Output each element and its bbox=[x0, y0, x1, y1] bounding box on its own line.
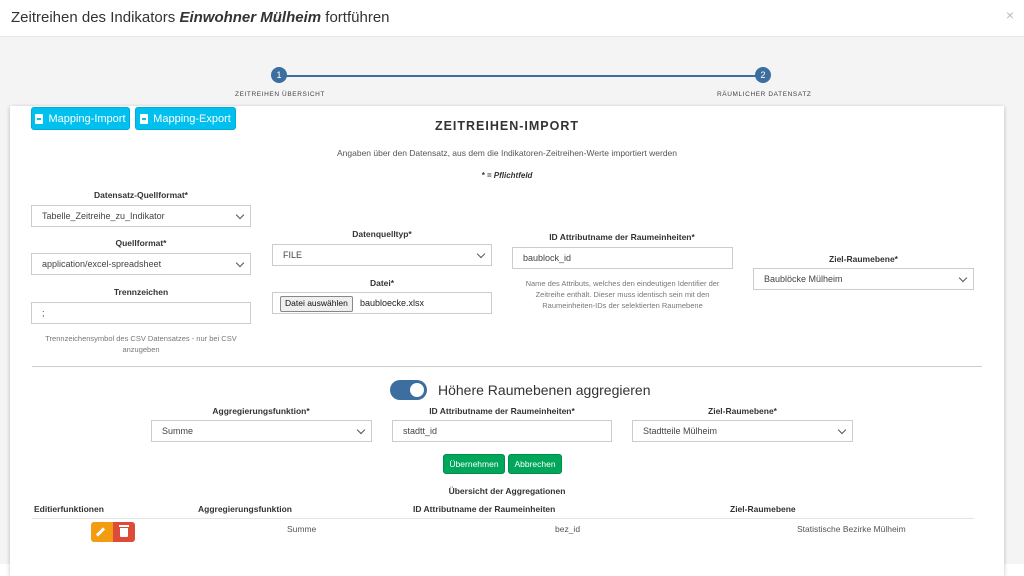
ziel-raumebene-select[interactable]: Baublöcke Mülheim bbox=[753, 268, 974, 290]
title-prefix: Zeitreihen des Indikators bbox=[11, 9, 176, 26]
aggregation-overview-title: Übersicht der Aggregationen bbox=[448, 486, 566, 496]
trash-icon bbox=[119, 525, 129, 537]
step-1-indicator[interactable]: 1 bbox=[271, 67, 287, 83]
modal-title: Zeitreihen des Indikators Einwohner Mülh… bbox=[11, 9, 390, 26]
aggregation-ziel-raumebene-select[interactable]: Stadtteile Mülheim bbox=[632, 420, 853, 442]
row-id-attribut: bez_id bbox=[555, 524, 581, 534]
table-header-editierfunktionen: Editierfunktionen bbox=[34, 504, 104, 514]
datei-auswaehlen-button[interactable]: Datei auswählen bbox=[280, 296, 353, 312]
panel-subtitle: Angaben über den Datensatz, aus dem die … bbox=[336, 148, 678, 158]
aggregation-id-attribut-label: ID Attributname der Raumeinheiten* bbox=[429, 406, 575, 416]
datenquelltyp-label: Datenquelltyp* bbox=[352, 229, 412, 239]
id-attribut-help: Name des Attributs, welches den eindeuti… bbox=[525, 279, 720, 310]
trennzeichen-input[interactable]: ; bbox=[31, 302, 251, 324]
row-ziel-raumebene: Statistische Bezirke Mülheim bbox=[797, 524, 906, 534]
datei-file-name: baubloecke.xlsx bbox=[360, 298, 425, 308]
datei-label: Datei* bbox=[369, 278, 395, 288]
table-header-id-attribut: ID Attributname der Raumeinheiten bbox=[413, 504, 556, 514]
datensatz-quellformat-select[interactable]: Tabelle_Zeitreihe_zu_Indikator bbox=[31, 205, 251, 227]
aggregierungsfunktion-select[interactable]: Summe bbox=[151, 420, 372, 442]
import-panel: Mapping-Import Mapping-Export ZEITREIHEN… bbox=[10, 106, 1004, 576]
stepper-line bbox=[280, 75, 763, 77]
aggregierungsfunktion-label: Aggregierungsfunktion* bbox=[212, 406, 310, 416]
step-2-indicator[interactable]: 2 bbox=[755, 67, 771, 83]
step-2-label: RÄUMLICHER DATENSATZ bbox=[717, 91, 812, 98]
id-attribut-input[interactable]: baublock_id bbox=[512, 247, 733, 269]
aggregation-id-attribut-input[interactable]: stadtt_id bbox=[392, 420, 612, 442]
edit-button[interactable] bbox=[91, 522, 113, 542]
aggregation-ziel-raumebene-label: Ziel-Raumebene* bbox=[708, 406, 777, 416]
aggregate-toggle-label: Höhere Raumebenen aggregieren bbox=[438, 382, 651, 398]
trennzeichen-help: Trennzeichensymbol des CSV Datensatzes -… bbox=[45, 334, 237, 354]
datenquelltyp-select[interactable]: FILE bbox=[272, 244, 492, 266]
pencil-icon bbox=[95, 527, 106, 537]
modal-header: Zeitreihen des Indikators Einwohner Mülh… bbox=[0, 0, 1024, 37]
table-header-divider bbox=[32, 518, 974, 519]
title-suffix: fortführen bbox=[325, 9, 390, 26]
datei-input[interactable]: Datei auswählen baubloecke.xlsx bbox=[272, 292, 492, 314]
table-header-aggregierungsfunktion: Aggregierungsfunktion bbox=[198, 504, 292, 514]
required-note: * = Pflichtfeld bbox=[481, 171, 533, 180]
quellformat-select[interactable]: application/excel-spreadsheet bbox=[31, 253, 251, 275]
quellformat-label: Quellformat* bbox=[115, 238, 167, 248]
table-header-ziel-raumebene: Ziel-Raumebene bbox=[730, 504, 796, 514]
row-aggregierungsfunktion: Summe bbox=[287, 524, 317, 534]
section-divider bbox=[32, 366, 982, 367]
wizard-stepper: 1 ZEITREIHEN ÜBERSICHT 2 RÄUMLICHER DATE… bbox=[0, 60, 1024, 105]
datensatz-quellformat-label: Datensatz-Quellformat* bbox=[94, 190, 188, 200]
close-icon[interactable]: × bbox=[1006, 7, 1014, 23]
ziel-raumebene-label: Ziel-Raumebene* bbox=[829, 254, 898, 264]
delete-button[interactable] bbox=[113, 522, 135, 542]
aggregate-toggle[interactable] bbox=[390, 380, 427, 400]
panel-title: ZEITREIHEN-IMPORT bbox=[434, 119, 580, 133]
indicator-name: Einwohner Mülheim bbox=[179, 9, 322, 26]
abbrechen-button[interactable]: Abbrechen bbox=[508, 454, 562, 474]
step-1-label: ZEITREIHEN ÜBERSICHT bbox=[235, 91, 326, 98]
trennzeichen-label: Trennzeichen bbox=[113, 287, 169, 297]
id-attribut-label: ID Attributname der Raumeinheiten* bbox=[549, 232, 695, 242]
uebernehmen-button[interactable]: Übernehmen bbox=[443, 454, 505, 474]
